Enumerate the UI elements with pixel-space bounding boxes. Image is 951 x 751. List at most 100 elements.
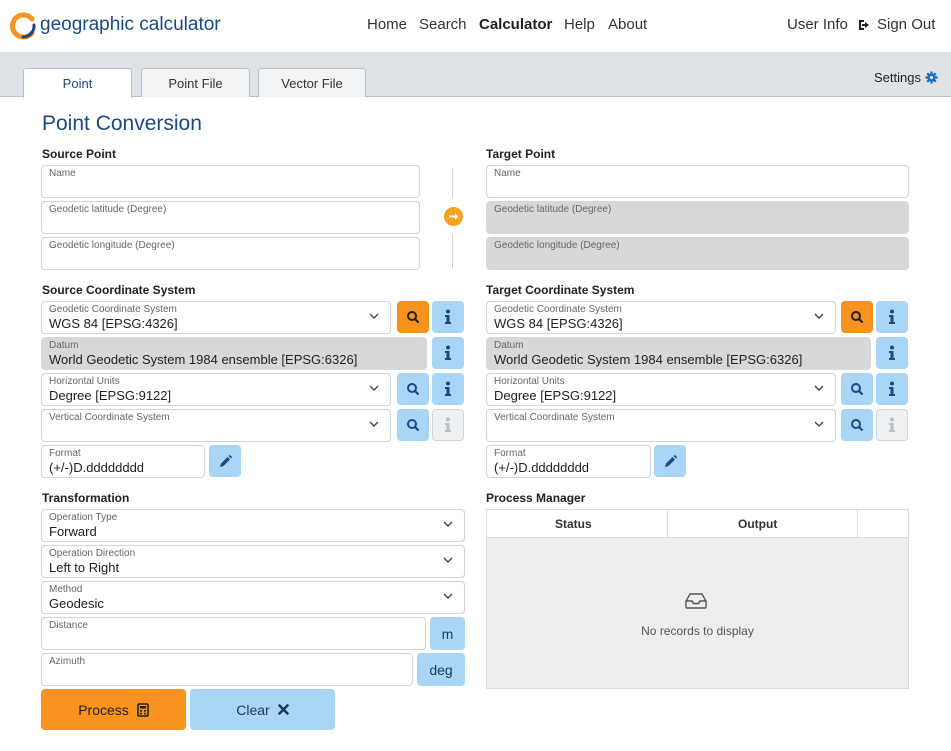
target-format-input[interactable]: Format (+/-)D.dddddddd — [486, 445, 651, 478]
sign-out-icon — [859, 19, 869, 30]
source-vcs-search-button[interactable] — [397, 409, 429, 441]
search-icon — [407, 419, 420, 432]
chevron-down-icon — [814, 421, 824, 427]
nav-help[interactable]: Help — [564, 16, 595, 33]
sign-out-label: Sign Out — [877, 16, 936, 33]
target-vcs-info-button[interactable] — [876, 409, 908, 441]
source-geodetic-cs-label: Geodetic Coordinate System — [49, 304, 177, 315]
target-units-info-button[interactable] — [876, 373, 908, 405]
info-icon — [445, 417, 451, 432]
grid-header: Status Output — [487, 510, 908, 538]
nav-sign-out[interactable]: Sign Out — [858, 16, 935, 33]
target-longitude-label: Geodetic longitude (Degree) — [494, 240, 620, 251]
tab-vector-file[interactable]: Vector File — [258, 68, 366, 97]
column-divider — [857, 510, 858, 538]
target-format-label: Format — [494, 448, 526, 459]
nav-home[interactable]: Home — [367, 16, 407, 33]
method-value: Geodesic — [49, 596, 104, 611]
info-icon — [445, 381, 451, 396]
distance-input[interactable]: Distance — [41, 617, 426, 650]
operation-direction-select[interactable]: Operation Direction Left to Right — [41, 545, 465, 578]
top-navbar: geographic calculator Home Search Calcul… — [0, 0, 951, 52]
target-cs-search-button[interactable] — [841, 301, 873, 333]
chevron-down-icon — [814, 313, 824, 319]
search-icon — [407, 311, 420, 324]
azimuth-input[interactable]: Azimuth — [41, 653, 413, 686]
source-format-edit-button[interactable] — [209, 445, 241, 477]
source-format-label: Format — [49, 448, 81, 459]
target-geodetic-cs-value: WGS 84 [EPSG:4326] — [494, 316, 623, 331]
operation-direction-value: Left to Right — [49, 560, 120, 575]
search-icon — [851, 419, 864, 432]
source-units-search-button[interactable] — [397, 373, 429, 405]
search-icon — [407, 383, 420, 396]
settings-button[interactable]: Settings — [874, 70, 938, 85]
operation-direction-label: Operation Direction — [49, 548, 136, 559]
nav-search[interactable]: Search — [419, 16, 467, 33]
search-icon — [851, 311, 864, 324]
source-horizontal-units-select[interactable]: Horizontal Units Degree [EPSG:9122] — [41, 373, 391, 406]
chevron-down-icon — [814, 385, 824, 391]
source-datum-field: Datum World Geodetic System 1984 ensembl… — [41, 337, 427, 370]
target-units-search-button[interactable] — [841, 373, 873, 405]
source-name-input[interactable]: Name — [41, 165, 420, 198]
azimuth-unit-button[interactable]: deg — [417, 653, 465, 686]
column-status[interactable]: Status — [555, 517, 592, 531]
calculator-icon — [136, 702, 149, 717]
source-format-input[interactable]: Format (+/-)D.dddddddd — [41, 445, 205, 478]
search-icon — [851, 383, 864, 396]
target-cs-info-button[interactable] — [876, 301, 908, 333]
target-vcs-search-button[interactable] — [841, 409, 873, 441]
source-latitude-input[interactable]: Geodetic latitude (Degree) — [41, 201, 420, 234]
distance-unit-button[interactable]: m — [430, 617, 465, 650]
divider — [452, 168, 453, 198]
column-divider — [667, 510, 668, 538]
page-title: Point Conversion — [42, 112, 202, 135]
process-label: Process — [78, 701, 129, 718]
tab-point-file[interactable]: Point File — [141, 68, 250, 97]
azimuth-label: Azimuth — [49, 656, 86, 667]
nav-user-info[interactable]: User Info — [787, 16, 848, 33]
target-latitude-label: Geodetic latitude (Degree) — [494, 204, 612, 215]
target-format-value: (+/-)D.dddddddd — [494, 460, 590, 475]
source-name-label: Name — [49, 168, 76, 179]
target-datum-info-button[interactable] — [876, 337, 908, 369]
source-cs-info-button[interactable] — [432, 301, 464, 333]
source-longitude-label: Geodetic longitude (Degree) — [49, 240, 175, 251]
tab-point[interactable]: Point — [23, 68, 132, 98]
chevron-down-icon — [369, 313, 379, 319]
target-format-edit-button[interactable] — [654, 445, 686, 477]
target-horizontal-units-select[interactable]: Horizontal Units Degree [EPSG:9122] — [486, 373, 836, 406]
nav-about[interactable]: About — [608, 16, 647, 33]
target-geodetic-cs-select[interactable]: Geodetic Coordinate System WGS 84 [EPSG:… — [486, 301, 836, 334]
target-name-input[interactable]: Name — [486, 165, 909, 198]
target-point-heading: Target Point — [486, 147, 556, 161]
source-units-info-button[interactable] — [432, 373, 464, 405]
info-icon — [445, 345, 451, 360]
source-point-heading: Source Point — [42, 147, 117, 161]
target-vertical-cs-select[interactable]: Vertical Coordinate System — [486, 409, 836, 442]
process-button[interactable]: Process — [41, 689, 186, 730]
target-datum-label: Datum — [494, 340, 524, 351]
source-latitude-label: Geodetic latitude (Degree) — [49, 204, 167, 215]
source-datum-info-button[interactable] — [432, 337, 464, 369]
chevron-down-icon — [443, 593, 453, 599]
source-vertical-cs-select[interactable]: Vertical Coordinate System — [41, 409, 391, 442]
pencil-icon — [219, 454, 232, 467]
app-logo-text[interactable]: geographic calculator — [40, 14, 221, 36]
source-cs-search-button[interactable] — [397, 301, 429, 333]
target-vertical-cs-label: Vertical Coordinate System — [494, 412, 615, 423]
column-output[interactable]: Output — [738, 517, 777, 531]
target-longitude-field: Geodetic longitude (Degree) — [486, 237, 909, 270]
operation-type-select[interactable]: Operation Type Forward — [41, 509, 465, 542]
clear-button[interactable]: Clear — [190, 689, 335, 730]
source-longitude-input[interactable]: Geodetic longitude (Degree) — [41, 237, 420, 270]
info-icon — [889, 309, 895, 324]
operation-type-value: Forward — [49, 524, 97, 539]
method-select[interactable]: Method Geodesic — [41, 581, 465, 614]
nav-calculator[interactable]: Calculator — [479, 16, 552, 33]
convert-arrow-button[interactable] — [444, 207, 463, 226]
logo-icon — [10, 12, 36, 40]
source-vcs-info-button[interactable] — [432, 409, 464, 441]
source-geodetic-cs-select[interactable]: Geodetic Coordinate System WGS 84 [EPSG:… — [41, 301, 391, 334]
